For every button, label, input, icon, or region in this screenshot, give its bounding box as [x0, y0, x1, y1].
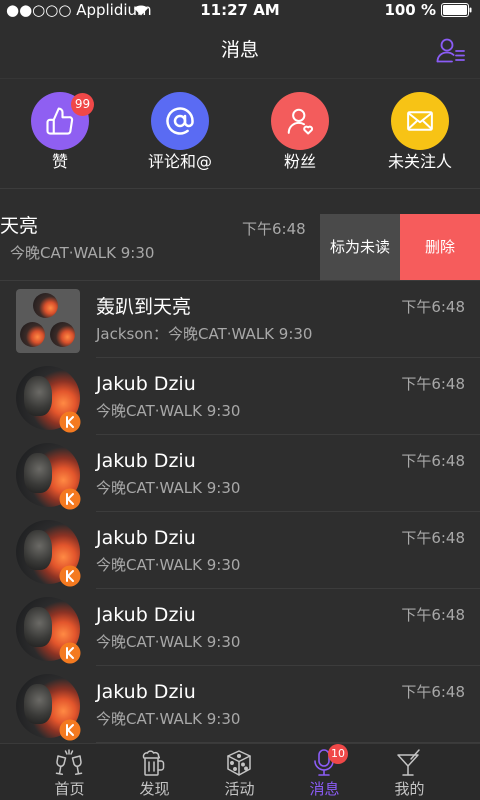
likes-circle: 99 [31, 92, 94, 150]
tab-bar: 首页 发现 活动 10 消息 我的 [0, 743, 480, 800]
conversation-title: 天亮 [0, 215, 39, 237]
cheers-glasses-icon [55, 749, 83, 775]
envelope-icon [407, 111, 433, 131]
fans-circle [271, 92, 329, 150]
dice-icon [227, 750, 251, 776]
group-avatar [16, 289, 80, 353]
conversation-row[interactable]: 轰趴到天亮 下午6:48 Jackson：今晚CAT·WALK 9:30 [0, 281, 480, 358]
tab-label: 发现 [139, 780, 170, 798]
conversation-time: 下午6:48 [401, 683, 465, 701]
conversation-row[interactable]: Jakub Dziu 下午6:48 今晚CAT·WALK 9:30 [0, 358, 480, 435]
avatar-photo [24, 376, 52, 416]
conversation-time: 下午6:48 [242, 220, 306, 238]
k-logo-icon [59, 565, 81, 587]
conversation-preview: 今晚CAT·WALK 9:30 [96, 556, 241, 574]
conversation-time: 下午6:48 [401, 452, 465, 470]
conversation-row[interactable]: Jakub Dziu 下午6:48 今晚CAT·WALK 9:30 [0, 435, 480, 512]
conversation-preview: 今晚CAT·WALK 9:30 [96, 402, 241, 420]
conversation-title: Jakub Dziu [96, 450, 196, 472]
status-time: 11:27 AM [200, 1, 280, 19]
user-avatar[interactable] [16, 366, 81, 433]
beer-mug-icon [142, 750, 165, 776]
conversation-title: Jakub Dziu [96, 527, 196, 549]
conversation-title: Jakub Dziu [96, 604, 196, 626]
user-avatar[interactable] [16, 443, 81, 510]
conversation-title: Jakub Dziu [96, 681, 196, 703]
wifi-icon [133, 4, 149, 16]
category-label: 未关注人 [387, 152, 452, 171]
member-avatar [33, 293, 58, 318]
conversation-time: 下午6:48 [401, 375, 465, 393]
conversation-preview: 今晚CAT·WALK 9:30 [96, 479, 241, 497]
notification-categories: 99 赞 评论和@ 粉丝 未关注人 [0, 79, 480, 189]
conversation-row[interactable]: Jakub Dziu 下午6:48 今晚CAT·WALK 9:30 [0, 666, 480, 743]
tab-home[interactable]: 首页 [27, 744, 112, 800]
conversation-preview: 今晚CAT·WALK 9:30 [96, 710, 241, 728]
tab-discover[interactable]: 发现 [112, 744, 197, 800]
contacts-list-icon[interactable] [436, 37, 466, 63]
avatar-photo [24, 530, 52, 570]
conversation-title: 轰趴到天亮 [96, 296, 192, 318]
member-avatar [50, 322, 75, 347]
mark-unread-button[interactable]: 标为未读 [320, 214, 400, 280]
tab-messages[interactable]: 10 消息 [282, 744, 367, 800]
conversation-preview: 今晚CAT·WALK 9:30 [96, 633, 241, 651]
thumbs-up-icon [46, 107, 74, 135]
unfollowed-circle [391, 92, 449, 150]
page-title: 消息 [220, 39, 259, 61]
conversation-time: 下午6:48 [401, 606, 465, 624]
conversation-row-swiped[interactable]: 天亮 下午6:48 今晚CAT·WALK 9:30 标为未读 删除 [0, 189, 480, 281]
category-likes[interactable]: 99 赞 [0, 79, 120, 188]
conversation-row[interactable]: Jakub Dziu 下午6:48 今晚CAT·WALK 9:30 [0, 512, 480, 589]
conversation-time: 下午6:48 [401, 298, 465, 316]
tab-events[interactable]: 活动 [197, 744, 282, 800]
avatar-photo [24, 607, 52, 647]
status-bar: ●●○○○ Applidium 11:27 AM 100 % [0, 0, 480, 20]
category-unfollowed[interactable]: 未关注人 [360, 79, 480, 188]
k-logo-icon [59, 719, 81, 741]
conversation-time: 下午6:48 [401, 529, 465, 547]
k-logo-icon [59, 411, 81, 433]
category-label: 赞 [51, 152, 68, 171]
tab-profile[interactable]: 我的 [367, 744, 452, 800]
category-comments-mentions[interactable]: 评论和@ [120, 79, 240, 188]
battery-icon [441, 3, 472, 17]
k-logo-icon [59, 488, 81, 510]
nav-header: 消息 [0, 20, 480, 79]
category-fans[interactable]: 粉丝 [240, 79, 360, 188]
conversation-preview: 今晚CAT·WALK 9:30 [10, 244, 155, 262]
comments-circle [151, 92, 209, 150]
likes-count-badge: 99 [71, 93, 94, 116]
tab-label: 活动 [224, 780, 255, 798]
conversation-preview: Jackson：今晚CAT·WALK 9:30 [96, 325, 313, 343]
tab-label: 首页 [54, 780, 85, 798]
messages-count-badge: 10 [328, 744, 348, 764]
avatar-photo [24, 453, 52, 493]
tab-label: 消息 [309, 780, 340, 798]
battery-percent: 100 % [384, 1, 436, 19]
tab-label: 我的 [394, 780, 425, 798]
person-heart-icon [287, 108, 314, 135]
member-avatar [20, 322, 45, 347]
cocktail-icon [397, 749, 420, 776]
user-avatar[interactable] [16, 674, 81, 741]
category-label: 粉丝 [283, 152, 316, 171]
category-label: 评论和@ [147, 152, 212, 171]
delete-button[interactable]: 删除 [400, 214, 480, 280]
carrier-signal: ●●○○○ Applidium [6, 1, 152, 19]
user-avatar[interactable] [16, 597, 81, 664]
conversation-title: Jakub Dziu [96, 373, 196, 395]
avatar-photo [24, 684, 52, 724]
conversation-row[interactable]: Jakub Dziu 下午6:48 今晚CAT·WALK 9:30 [0, 589, 480, 666]
at-sign-icon [166, 107, 194, 135]
user-avatar[interactable] [16, 520, 81, 587]
k-logo-icon [59, 642, 81, 664]
